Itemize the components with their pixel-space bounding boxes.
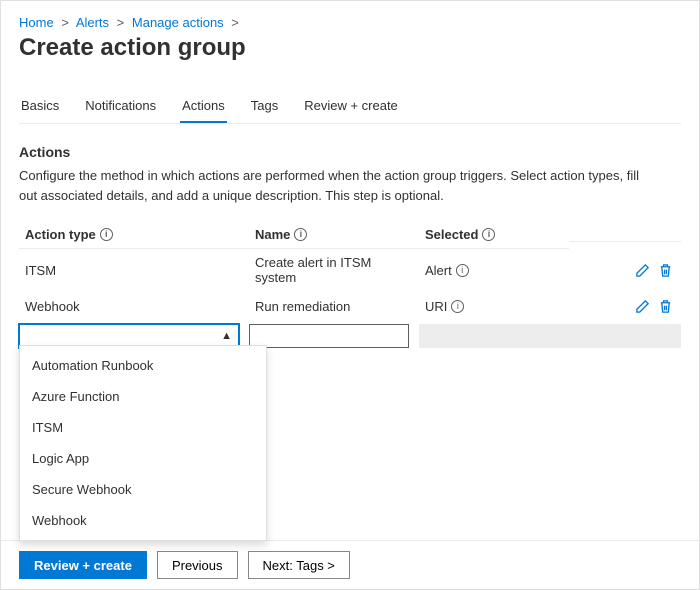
info-icon[interactable]: i <box>482 228 495 241</box>
breadcrumb-manage-actions[interactable]: Manage actions <box>132 15 224 30</box>
dropdown-item[interactable]: Logic App <box>20 443 266 474</box>
col-header-name: Name i <box>249 221 419 249</box>
dropdown-item[interactable]: ITSM <box>20 412 266 443</box>
selected-placeholder <box>419 324 681 348</box>
tab-review-create[interactable]: Review + create <box>302 92 400 123</box>
section-description: Configure the method in which actions ar… <box>19 166 659 205</box>
chevron-right-icon: > <box>117 15 125 30</box>
tab-basics[interactable]: Basics <box>19 92 61 123</box>
delete-icon[interactable] <box>658 299 673 314</box>
cell-selected: Alert i <box>419 255 569 285</box>
breadcrumb-home[interactable]: Home <box>19 15 54 30</box>
col-header-action-type: Action type i <box>19 221 249 249</box>
breadcrumb: Home > Alerts > Manage actions > <box>19 13 681 30</box>
section-heading: Actions <box>19 144 681 160</box>
action-type-dropdown: Automation Runbook Azure Function ITSM L… <box>19 345 267 541</box>
dropdown-item[interactable]: Azure Function <box>20 381 266 412</box>
col-header-actions <box>569 229 681 242</box>
actions-table: Action type i Name i Selected i ITSM Cre… <box>19 221 681 351</box>
info-icon[interactable]: i <box>294 228 307 241</box>
info-icon[interactable]: i <box>456 264 469 277</box>
chevron-right-icon: > <box>231 15 239 30</box>
cell-action-type: Webhook <box>19 291 249 321</box>
next-tags-button[interactable]: Next: Tags > <box>248 551 350 579</box>
previous-button[interactable]: Previous <box>157 551 238 579</box>
tab-notifications[interactable]: Notifications <box>83 92 158 123</box>
col-header-selected: Selected i <box>419 221 569 249</box>
chevron-right-icon: > <box>61 15 69 30</box>
edit-icon[interactable] <box>635 263 650 278</box>
breadcrumb-alerts[interactable]: Alerts <box>76 15 109 30</box>
cell-name: Run remediation <box>249 291 419 321</box>
info-icon[interactable]: i <box>100 228 113 241</box>
footer: Review + create Previous Next: Tags > <box>1 540 699 589</box>
dropdown-item[interactable]: Secure Webhook <box>20 474 266 505</box>
tabs: Basics Notifications Actions Tags Review… <box>19 92 681 124</box>
delete-icon[interactable] <box>658 263 673 278</box>
tab-tags[interactable]: Tags <box>249 92 280 123</box>
review-create-button[interactable]: Review + create <box>19 551 147 579</box>
action-name-input[interactable] <box>249 324 409 348</box>
dropdown-item[interactable]: Webhook <box>20 505 266 536</box>
edit-icon[interactable] <box>635 299 650 314</box>
dropdown-item[interactable]: Automation Runbook <box>20 350 266 381</box>
info-icon[interactable]: i <box>451 300 464 313</box>
cell-action-type: ITSM <box>19 255 249 285</box>
cell-selected: URI i <box>419 291 569 321</box>
page-title: Create action group <box>19 34 681 62</box>
chevron-up-icon: ▲ <box>221 330 232 342</box>
cell-name: Create alert in ITSM system <box>249 249 419 291</box>
tab-actions[interactable]: Actions <box>180 92 227 123</box>
